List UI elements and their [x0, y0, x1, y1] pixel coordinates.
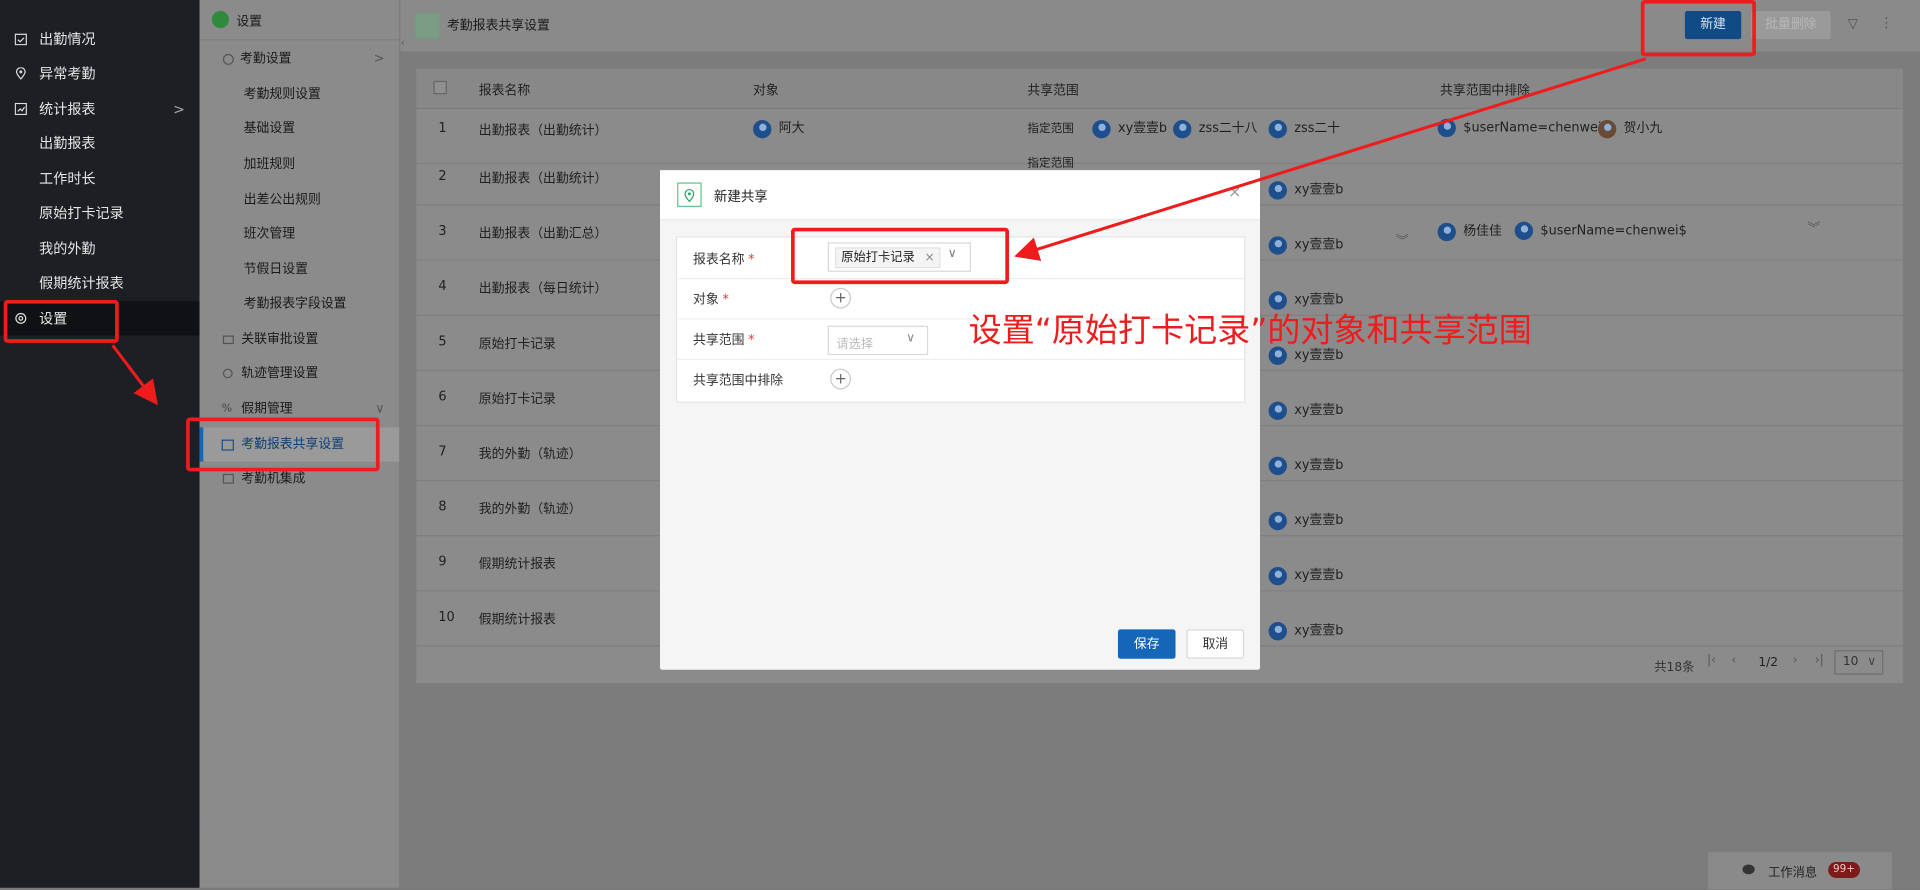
annotation-arrows: [111, 57, 1647, 406]
arrow-settings-to-share: [111, 344, 158, 406]
arrow-new-to-form: [1014, 57, 1647, 261]
annotation-text: 设置“原始打卡记录”的对象和共享范围: [968, 312, 1532, 351]
